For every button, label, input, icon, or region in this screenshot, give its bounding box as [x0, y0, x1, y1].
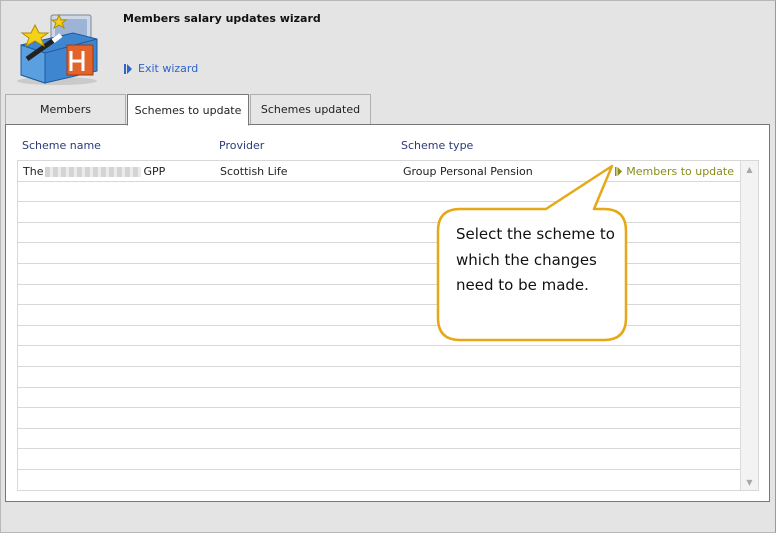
table-row — [18, 388, 740, 409]
scheme-name-cell: The GPP — [23, 165, 165, 178]
callout-text: Select the scheme to which the changes n… — [456, 225, 615, 294]
scheme-name-prefix: The — [23, 165, 44, 178]
scroll-up-arrow-icon[interactable]: ▲ — [741, 161, 758, 177]
members-to-update-link[interactable]: Members to update — [615, 165, 734, 178]
table-row — [18, 449, 740, 470]
exit-wizard-link[interactable]: Exit wizard — [124, 62, 198, 75]
schemes-table: The GPP Scottish Life Group Personal Pens… — [17, 160, 759, 491]
table-row — [18, 346, 740, 367]
redacted-text — [45, 167, 142, 177]
tab-schemes-updated[interactable]: Schemes updated — [250, 94, 371, 125]
play-arrow-icon — [124, 63, 132, 74]
column-header-provider: Provider — [219, 139, 265, 152]
wizard-title: Members salary updates wizard — [123, 12, 321, 25]
column-header-scheme-type: Scheme type — [401, 139, 474, 152]
wizard-toolbox-icon — [17, 13, 98, 85]
vertical-scrollbar[interactable]: ▲ ▼ — [740, 161, 758, 490]
scroll-down-arrow-icon[interactable]: ▼ — [741, 474, 758, 490]
schemes-panel: Scheme name Provider Scheme type The GPP … — [5, 124, 770, 502]
tab-schemes-to-update[interactable]: Schemes to update — [127, 94, 249, 126]
provider-cell: Scottish Life — [220, 165, 288, 178]
exit-wizard-label: Exit wizard — [138, 62, 199, 75]
table-row — [18, 470, 740, 491]
members-to-update-label: Members to update — [626, 165, 734, 178]
column-header-scheme-name: Scheme name — [22, 139, 101, 152]
table-row — [18, 367, 740, 388]
table-row — [18, 429, 740, 450]
tab-members[interactable]: Members — [5, 94, 126, 125]
scheme-name-suffix: GPP — [143, 165, 166, 178]
table-row — [18, 408, 740, 429]
